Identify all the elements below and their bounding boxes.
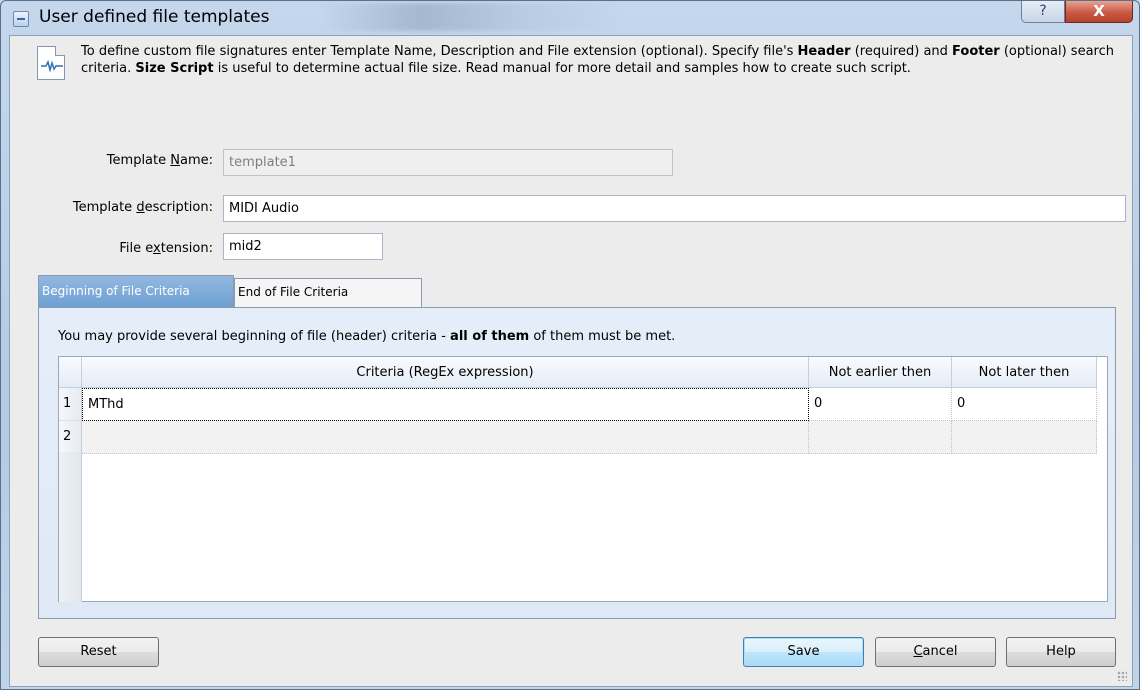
help-button[interactable]: Help — [1006, 637, 1116, 667]
row-header-2[interactable]: 2 — [59, 421, 82, 454]
grid-corner[interactable] — [59, 357, 82, 388]
criteria-grid[interactable]: Criteria (RegEx expression) Not earlier … — [58, 356, 1108, 602]
blurred-background — [321, 3, 621, 31]
window-title: User defined file templates — [39, 7, 270, 27]
app-icon — [13, 11, 29, 27]
file-extension-label: File extension: — [119, 241, 213, 256]
cell-not-later-2[interactable] — [952, 421, 1097, 454]
column-header-not-later[interactable]: Not later then — [952, 357, 1097, 388]
template-name-field[interactable]: template1 — [223, 149, 673, 176]
template-description-field[interactable]: MIDI Audio — [223, 195, 1126, 222]
close-icon[interactable]: X — [1065, 1, 1133, 23]
template-name-label: Template Name: — [106, 153, 213, 168]
cell-not-later-1[interactable]: 0 — [952, 388, 1097, 421]
tab-beginning-of-file[interactable]: Beginning of File Criteria — [38, 275, 234, 307]
reset-button[interactable]: Reset — [38, 637, 159, 667]
title-bar[interactable]: User defined file templates ? X — [1, 1, 1139, 35]
tab-end-of-file[interactable]: End of File Criteria — [234, 278, 422, 307]
cell-criteria-2[interactable] — [82, 421, 809, 454]
column-header-not-earlier[interactable]: Not earlier then — [809, 357, 952, 388]
help-icon[interactable]: ? — [1021, 1, 1065, 23]
file-extension-field[interactable]: mid2 — [223, 233, 383, 260]
row-header-area — [59, 452, 82, 602]
criteria-hint: You may provide several beginning of fil… — [58, 329, 676, 344]
dialog-window: User defined file templates ? X To defin… — [0, 0, 1140, 690]
instructions-text: To define custom file signatures enter T… — [81, 44, 1114, 76]
template-description-label: Template description: — [72, 200, 213, 215]
resize-grip-icon[interactable] — [1117, 671, 1127, 681]
cell-not-earlier-1[interactable]: 0 — [809, 388, 952, 421]
column-header-criteria[interactable]: Criteria (RegEx expression) — [82, 357, 809, 388]
document-audio-icon — [37, 46, 65, 80]
row-header-1[interactable]: 1 — [59, 388, 82, 421]
tab-panel: You may provide several beginning of fil… — [38, 307, 1116, 619]
cancel-button[interactable]: Cancel — [875, 637, 996, 667]
cell-not-earlier-2[interactable] — [809, 421, 952, 454]
cell-criteria-1[interactable]: MThd — [82, 388, 809, 421]
save-button[interactable]: Save — [743, 637, 864, 667]
